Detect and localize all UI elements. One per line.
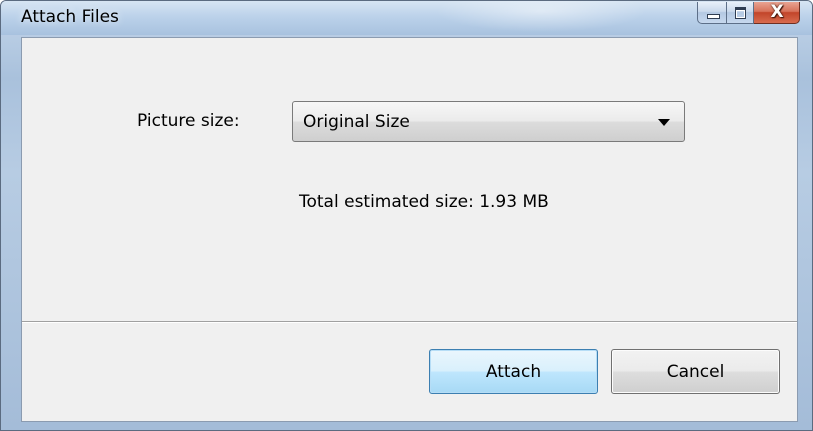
close-button[interactable]: X [754,2,800,24]
minimize-icon [707,14,720,19]
attach-files-dialog: Attach Files X Picture size: Original Si… [0,0,813,431]
picture-size-label: Picture size: [137,111,240,131]
footer-divider [22,321,797,323]
title-bar[interactable]: Attach Files X [1,1,812,35]
dialog-client-area: Picture size: Original Size Total estima… [21,37,798,422]
close-icon: X [770,2,784,22]
cancel-button[interactable]: Cancel [611,349,780,394]
maximize-icon [735,7,746,19]
attach-button[interactable]: Attach [429,349,598,394]
picture-size-value: Original Size [303,112,410,132]
maximize-button[interactable] [727,2,754,24]
total-estimated-size: Total estimated size: 1.93 MB [299,192,549,212]
caption-buttons: X [697,2,800,24]
chevron-down-icon [658,119,670,126]
minimize-button[interactable] [697,2,727,24]
picture-size-dropdown[interactable]: Original Size [292,101,685,142]
window-title: Attach Files [21,7,119,27]
